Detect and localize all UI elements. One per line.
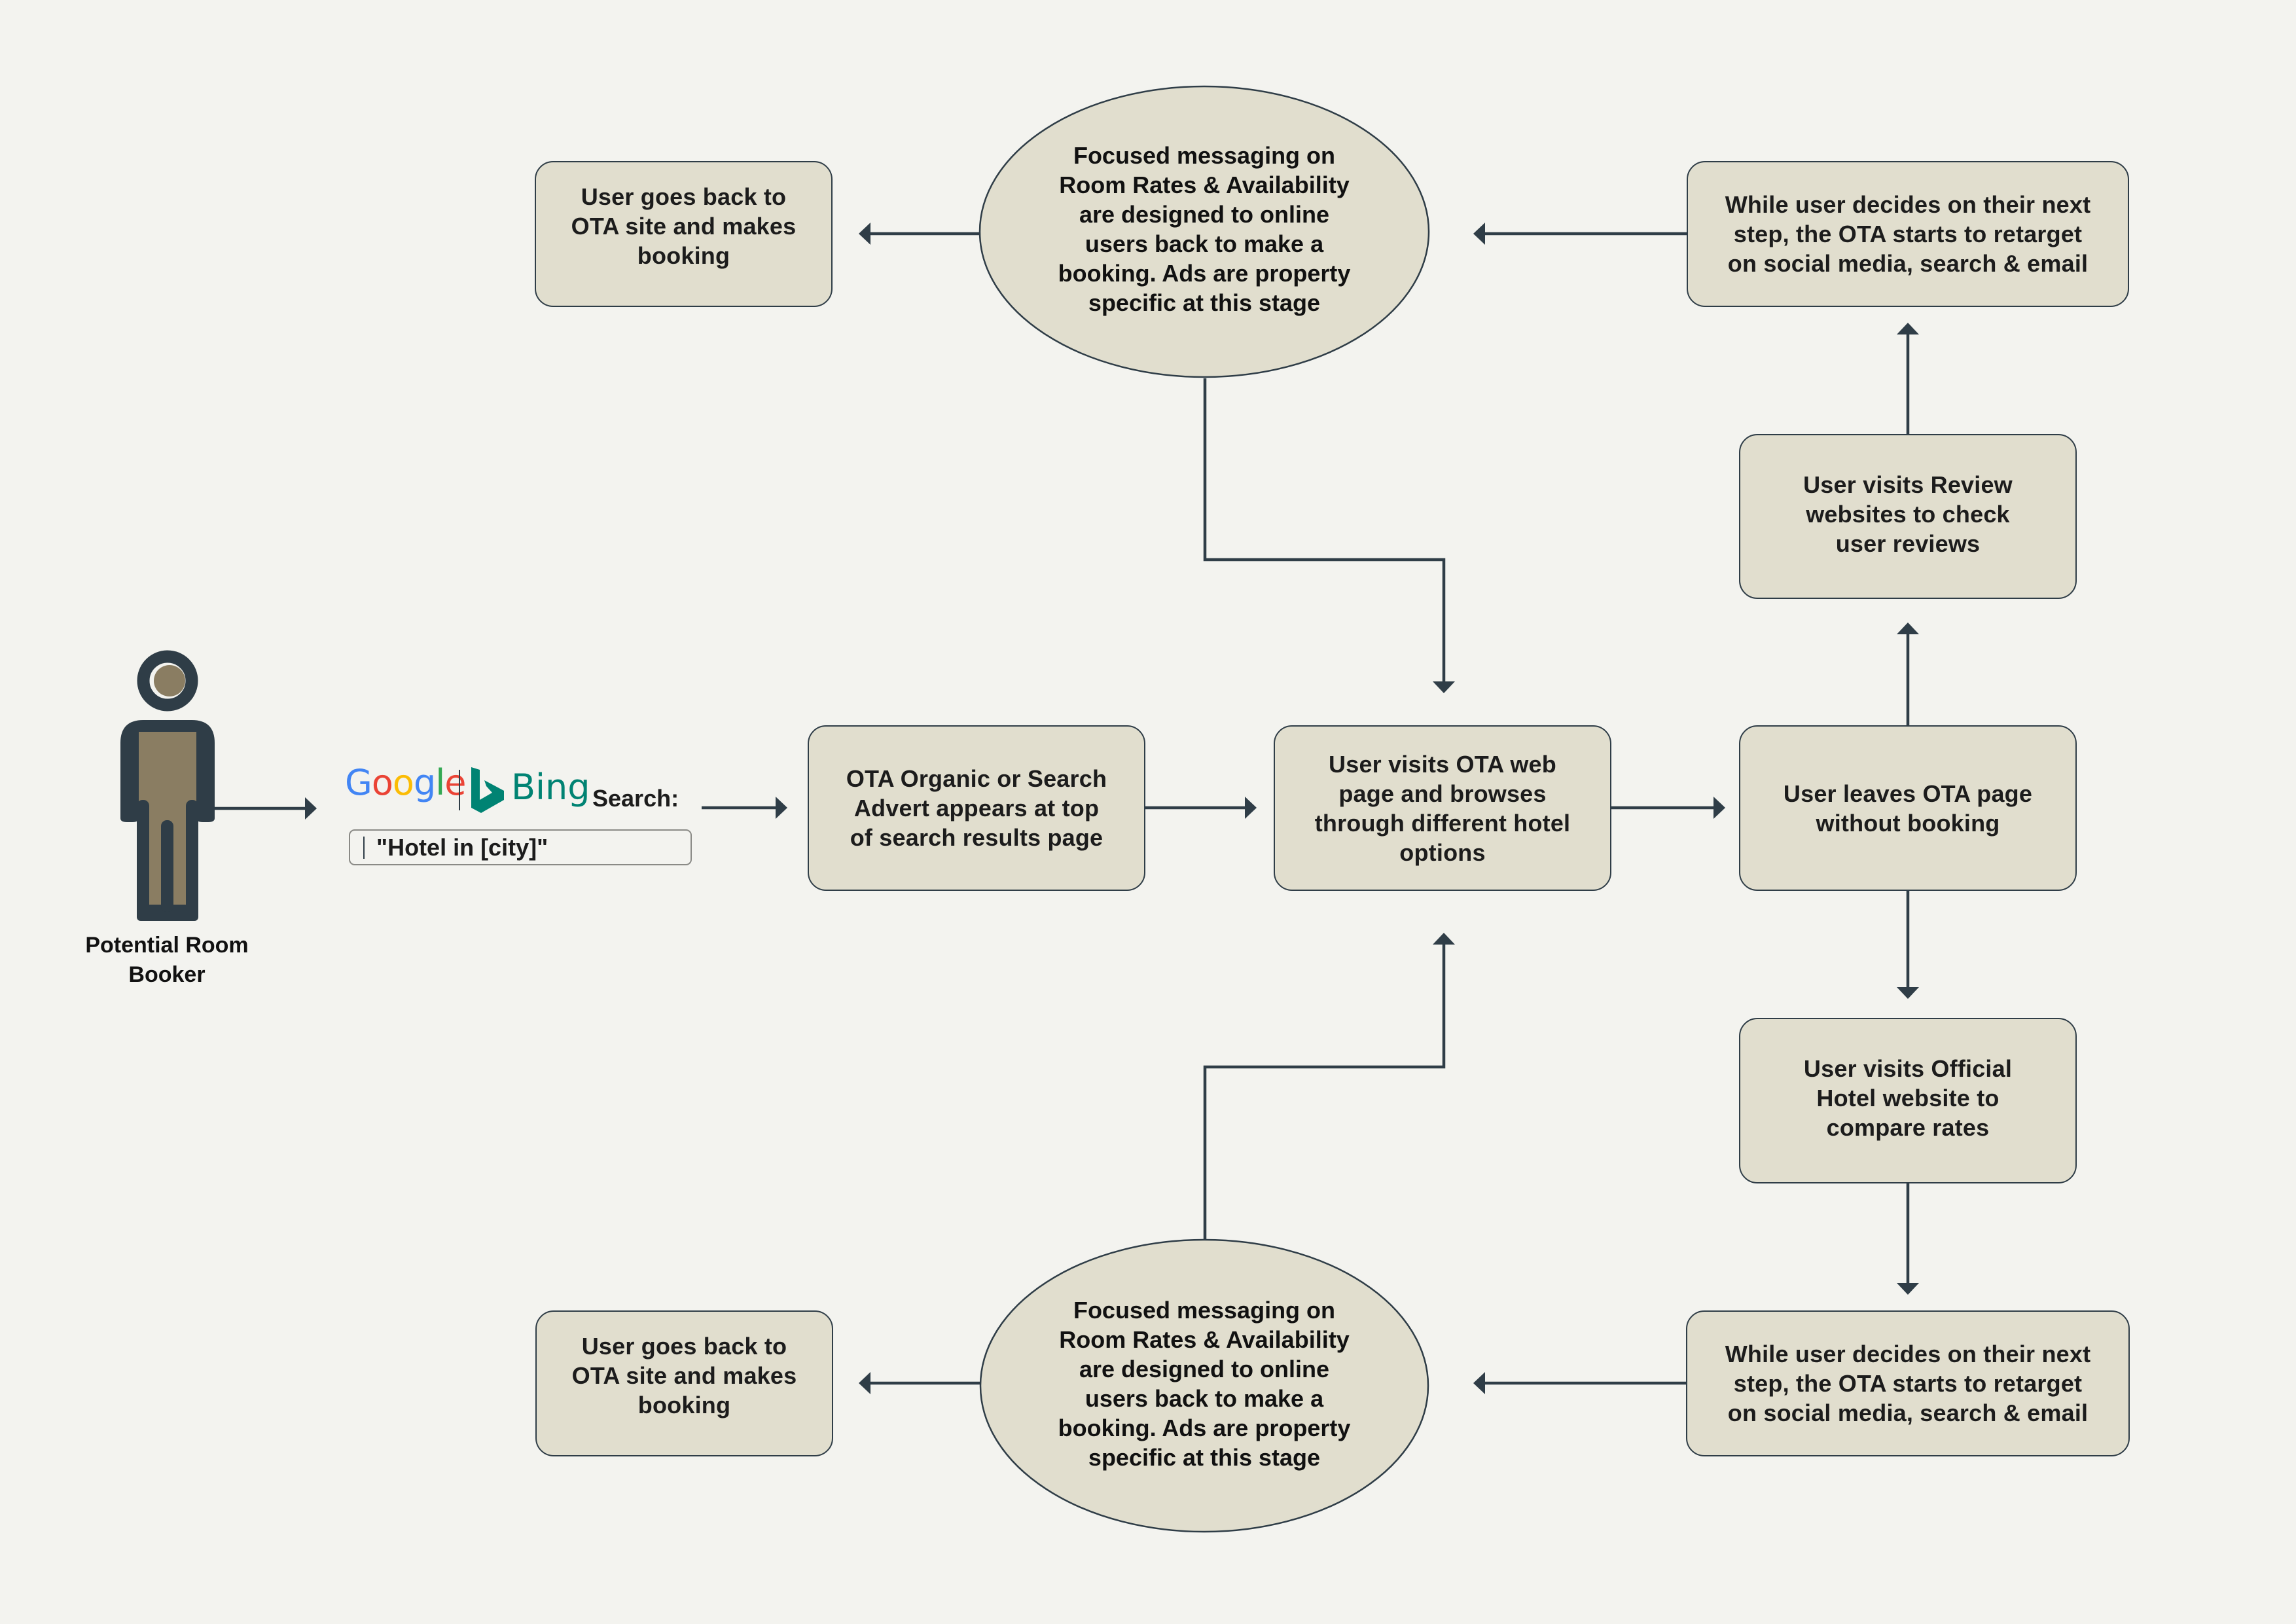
node-label: While user decides on their next step, t… [1725, 191, 2091, 277]
node-retarget-top: While user decides on their next step, t… [1687, 161, 2129, 307]
search-query-value: "Hotel in [city]" [376, 833, 548, 861]
node-label: User goes back to OTA site and makes boo… [571, 183, 797, 269]
node-retarget-bottom: While user decides on their next step, t… [1686, 1310, 2130, 1456]
node-booking-bottom: User goes back to OTA site and makes boo… [535, 1310, 833, 1456]
node-label: While user decides on their next step, t… [1725, 1341, 2091, 1426]
arrowhead-down-icon [1433, 681, 1455, 693]
edge-ellipse-top-visit [1203, 378, 1446, 683]
node-leave-ota: User leaves OTA page without booking [1739, 725, 2077, 891]
node-label: User goes back to OTA site and makes boo… [571, 1333, 797, 1418]
arrowhead-right-icon [1713, 797, 1725, 819]
arrowhead-up-icon [1897, 623, 1919, 634]
ellipse-bottom-label: Focused messaging on Room Rates & Availa… [1058, 1297, 1351, 1471]
arrowhead-left-icon [859, 1372, 870, 1394]
node-visit-ota: User visits OTA web page and browses thr… [1274, 725, 1611, 891]
node-label: User visits Review websites to check use… [1803, 471, 2013, 557]
node-ota-advert: OTA Organic or Search Advert appears at … [808, 725, 1145, 891]
arrowhead-down-icon [1897, 987, 1919, 999]
google-logo-icon: Google [345, 762, 466, 803]
node-review-websites: User visits Review websites to check use… [1739, 434, 2077, 599]
bing-wordmark: Bing [511, 767, 590, 808]
search-label: Search: [592, 785, 679, 812]
google-letter: g [413, 762, 436, 803]
google-letter: e [444, 762, 466, 803]
google-letter: l [435, 762, 445, 803]
node-label: User visits OTA web page and browses thr… [1314, 750, 1571, 866]
arrowhead-down-icon [1897, 1283, 1919, 1295]
text-cursor [363, 836, 365, 859]
node-official-hotel-site: User visits Official Hotel website to co… [1739, 1018, 2077, 1183]
actor-label: Potential Room Booker [85, 933, 249, 987]
arrowhead-left-icon [1473, 223, 1485, 245]
person-icon [120, 650, 215, 921]
ellipse-top-label: Focused messaging on Room Rates & Availa… [1058, 142, 1351, 316]
arrowhead-left-icon [859, 223, 870, 245]
arrowhead-up-icon [1433, 933, 1455, 945]
edge-ellipse-bottom-visit [1203, 943, 1446, 1239]
arrowhead-right-icon [305, 797, 317, 820]
google-letter: o [392, 762, 414, 803]
google-letter: G [345, 762, 372, 803]
arrowhead-up-icon [1897, 323, 1919, 334]
node-label: User leaves OTA page without booking [1783, 780, 2033, 837]
search-query-input[interactable]: "Hotel in [city]" [349, 829, 692, 865]
node-booking-top: User goes back to OTA site and makes boo… [535, 161, 833, 307]
google-letter: o [371, 762, 393, 803]
arrowhead-left-icon [1473, 1372, 1485, 1394]
arrowhead-right-icon [776, 797, 787, 819]
bing-logo-icon [471, 767, 504, 813]
node-label: OTA Organic or Search Advert appears at … [846, 765, 1107, 851]
node-label: User visits Official Hotel website to co… [1803, 1055, 2013, 1141]
logo-divider [459, 770, 460, 810]
arrowhead-right-icon [1245, 797, 1257, 819]
flow-diagram: Potential Room Booker Google Bing Search… [0, 0, 2296, 1624]
